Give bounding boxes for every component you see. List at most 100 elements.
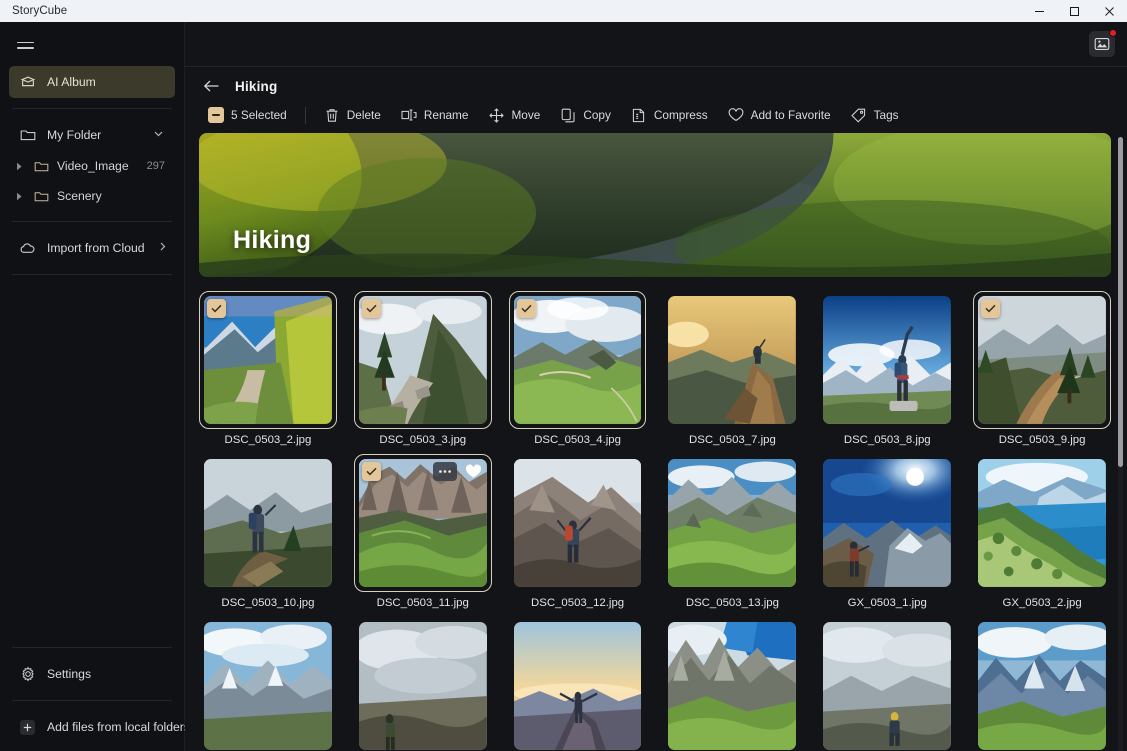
gallery-item[interactable]: [354, 617, 492, 751]
thumbnail-frame[interactable]: [973, 454, 1111, 592]
gallery-item[interactable]: GX_0503_1.jpg: [818, 454, 956, 609]
caret-right-icon[interactable]: [13, 192, 26, 201]
hamburger-menu-button[interactable]: [8, 28, 42, 62]
chevron-right-icon[interactable]: [156, 240, 169, 256]
gallery-scroll-area[interactable]: Hiking: [185, 133, 1127, 751]
thumbnail-frame[interactable]: [509, 291, 647, 429]
minimize-button[interactable]: [1022, 0, 1057, 22]
thumbnail-frame[interactable]: [354, 454, 492, 592]
thumbnail-frame[interactable]: [354, 291, 492, 429]
thumbnail-frame[interactable]: [818, 454, 956, 592]
thumbnail-image[interactable]: [823, 296, 951, 424]
chevron-down-icon[interactable]: [152, 127, 165, 143]
thumbnail-frame[interactable]: [663, 291, 801, 429]
selection-check-badge[interactable]: [362, 299, 381, 318]
gallery-item[interactable]: DSC_0503_4.jpg: [509, 291, 647, 446]
thumbnail-frame[interactable]: [663, 454, 801, 592]
tags-button[interactable]: Tags: [842, 101, 908, 129]
gallery-item[interactable]: [973, 617, 1111, 751]
thumbnail-frame[interactable]: [199, 454, 337, 592]
selection-check-badge[interactable]: [517, 299, 536, 318]
tree-item-video-image[interactable]: Video_Image 297: [9, 151, 175, 181]
gallery-item[interactable]: DSC_0503_7.jpg: [663, 291, 801, 446]
thumbnail-frame[interactable]: [509, 617, 647, 751]
favorite-button[interactable]: [463, 462, 484, 481]
thumbnail-image[interactable]: [668, 622, 796, 750]
thumbnail-frame[interactable]: [354, 617, 492, 751]
sidebar-item-import-from-cloud[interactable]: Import from Cloud: [9, 232, 175, 264]
thumbnail-frame[interactable]: [199, 617, 337, 751]
maximize-button[interactable]: [1057, 0, 1092, 22]
caret-right-icon[interactable]: [13, 162, 26, 171]
selection-check-badge[interactable]: [362, 462, 381, 481]
gallery-item[interactable]: [509, 617, 647, 751]
more-options-button[interactable]: [433, 462, 457, 481]
sidebar-divider: [12, 274, 172, 275]
thumbnail-image[interactable]: [823, 622, 951, 750]
gallery-item[interactable]: DSC_0503_2.jpg: [199, 291, 337, 446]
move-button[interactable]: Move: [479, 101, 549, 129]
copy-button[interactable]: Copy: [551, 101, 620, 129]
rename-button[interactable]: Rename: [392, 101, 478, 129]
breadcrumb: Hiking: [185, 67, 1127, 97]
thumbnail-frame[interactable]: [199, 291, 337, 429]
thumbnail-image[interactable]: [204, 622, 332, 750]
thumbnail-frame[interactable]: [663, 617, 801, 751]
sidebar-item-settings[interactable]: Settings: [9, 658, 175, 690]
thumbnail-image[interactable]: [204, 459, 332, 587]
check-icon: [521, 304, 532, 313]
thumbnail-frame[interactable]: [818, 291, 956, 429]
page-title: Hiking: [235, 79, 277, 94]
thumbnail-image[interactable]: [359, 622, 487, 750]
gallery-item[interactable]: DSC_0503_8.jpg: [818, 291, 956, 446]
gallery-item[interactable]: DSC_0503_13.jpg: [663, 454, 801, 609]
gallery-item[interactable]: DSC_0503_11.jpg: [354, 454, 492, 609]
tree-item-scenery[interactable]: Scenery: [9, 181, 175, 211]
selection-checkbox-indeterminate[interactable]: [208, 107, 224, 123]
selection-count-button[interactable]: 5 Selected: [199, 101, 296, 129]
gallery-item[interactable]: DSC_0503_12.jpg: [509, 454, 647, 609]
scrollbar-thumb[interactable]: [1118, 137, 1123, 467]
notification-button[interactable]: [1089, 31, 1115, 57]
toolbar-item-label: Copy: [583, 108, 611, 122]
sidebar-item-label: Settings: [47, 667, 91, 681]
selection-check-badge[interactable]: [207, 299, 226, 318]
sidebar-divider: [12, 221, 172, 222]
thumbnail-frame[interactable]: [509, 454, 647, 592]
thumbnail-frame[interactable]: [973, 617, 1111, 751]
thumbnail-frame[interactable]: [973, 291, 1111, 429]
thumbnail-image[interactable]: [514, 459, 642, 587]
maximize-icon: [1069, 6, 1080, 17]
album-hero-banner: Hiking: [199, 133, 1111, 277]
gallery-item[interactable]: DSC_0503_9.jpg: [973, 291, 1111, 446]
thumbnail-frame[interactable]: [818, 617, 956, 751]
check-icon: [366, 467, 377, 476]
back-button[interactable]: [199, 74, 223, 98]
sidebar-item-my-folder[interactable]: My Folder: [9, 119, 175, 151]
gallery-item[interactable]: DSC_0503_10.jpg: [199, 454, 337, 609]
sidebar-item-ai-album[interactable]: AI Album: [9, 66, 175, 98]
thumbnail-image[interactable]: [978, 459, 1106, 587]
cloud-icon: [19, 240, 36, 257]
selection-check-badge[interactable]: [981, 299, 1000, 318]
gallery-item[interactable]: [818, 617, 956, 751]
thumbnail-image[interactable]: [668, 459, 796, 587]
delete-button[interactable]: Delete: [315, 101, 390, 129]
toolbar-item-label: Rename: [424, 108, 469, 122]
gallery-item[interactable]: GX_0503_2.jpg: [973, 454, 1111, 609]
heart-icon: [728, 107, 744, 123]
close-icon: [1104, 6, 1115, 17]
sidebar-item-add-files[interactable]: Add files from local folders: [9, 711, 175, 743]
gallery-item[interactable]: DSC_0503_3.jpg: [354, 291, 492, 446]
thumbnail-image[interactable]: [668, 296, 796, 424]
gallery-item[interactable]: [663, 617, 801, 751]
thumbnail-image[interactable]: [978, 622, 1106, 750]
thumbnail-image[interactable]: [823, 459, 951, 587]
close-button[interactable]: [1092, 0, 1127, 22]
compress-button[interactable]: Compress: [622, 101, 717, 129]
sidebar-item-label: Import from Cloud: [47, 241, 145, 255]
thumbnail-image[interactable]: [514, 622, 642, 750]
add-to-favorite-button[interactable]: Add to Favorite: [719, 101, 840, 129]
gallery-item[interactable]: [199, 617, 337, 751]
gallery-scrollbar[interactable]: [1118, 137, 1123, 751]
